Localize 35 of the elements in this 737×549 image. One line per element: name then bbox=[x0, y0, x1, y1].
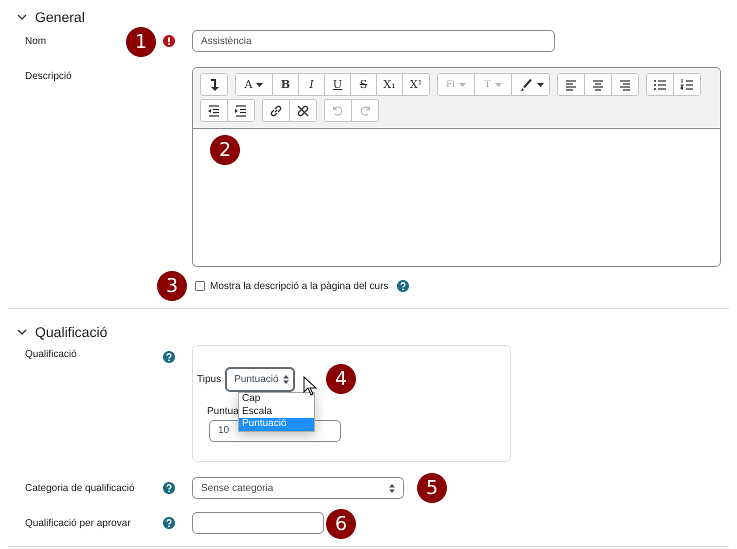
format-button[interactable]: A bbox=[236, 74, 273, 95]
step-number-badge: 4 bbox=[326, 364, 356, 394]
checkbox[interactable] bbox=[195, 281, 205, 291]
field-label: Nom bbox=[25, 35, 46, 47]
align-left-button[interactable] bbox=[558, 74, 585, 95]
link-icon bbox=[268, 102, 284, 118]
outdent-button[interactable] bbox=[201, 100, 228, 121]
link-button[interactable] bbox=[263, 100, 290, 121]
text-field[interactable] bbox=[192, 512, 324, 534]
section-title[interactable]: Qualificació bbox=[35, 324, 108, 340]
max-grade-label: Puntua bbox=[207, 406, 239, 417]
field-label: Descripció bbox=[25, 70, 72, 82]
step-number-badge: 3 bbox=[157, 271, 187, 301]
numbered-list-icon bbox=[679, 76, 695, 92]
text-field[interactable]: Assistència bbox=[192, 30, 555, 52]
field-label: Categoria de qualificació bbox=[25, 482, 135, 494]
step-number-badge: 5 bbox=[417, 473, 447, 503]
unlink-icon bbox=[295, 102, 311, 118]
type-label: Tipus bbox=[197, 374, 222, 385]
dropdown-option[interactable]: Cap bbox=[239, 393, 314, 406]
field-label: Qualificació per aprovar bbox=[25, 517, 131, 529]
section-title[interactable]: General bbox=[35, 9, 85, 25]
step-number-badge: 1 bbox=[126, 27, 156, 57]
indent-icon bbox=[233, 102, 249, 118]
type-select[interactable]: Puntuació bbox=[225, 367, 295, 392]
select-arrows-icon bbox=[389, 484, 395, 492]
step-number-badge: 6 bbox=[326, 509, 356, 539]
outdent-icon bbox=[206, 102, 222, 118]
category-select[interactable]: Sense categoria bbox=[192, 477, 404, 499]
select-arrows-icon bbox=[282, 375, 289, 384]
field-label: Qualificació bbox=[25, 348, 77, 360]
bullet-list-button[interactable] bbox=[647, 74, 674, 95]
dropdown-option[interactable]: Escala bbox=[239, 406, 314, 418]
step-number-badge: 2 bbox=[210, 135, 240, 165]
checkbox-label: Mostra la descripció a la pàgina del curs bbox=[210, 280, 388, 292]
